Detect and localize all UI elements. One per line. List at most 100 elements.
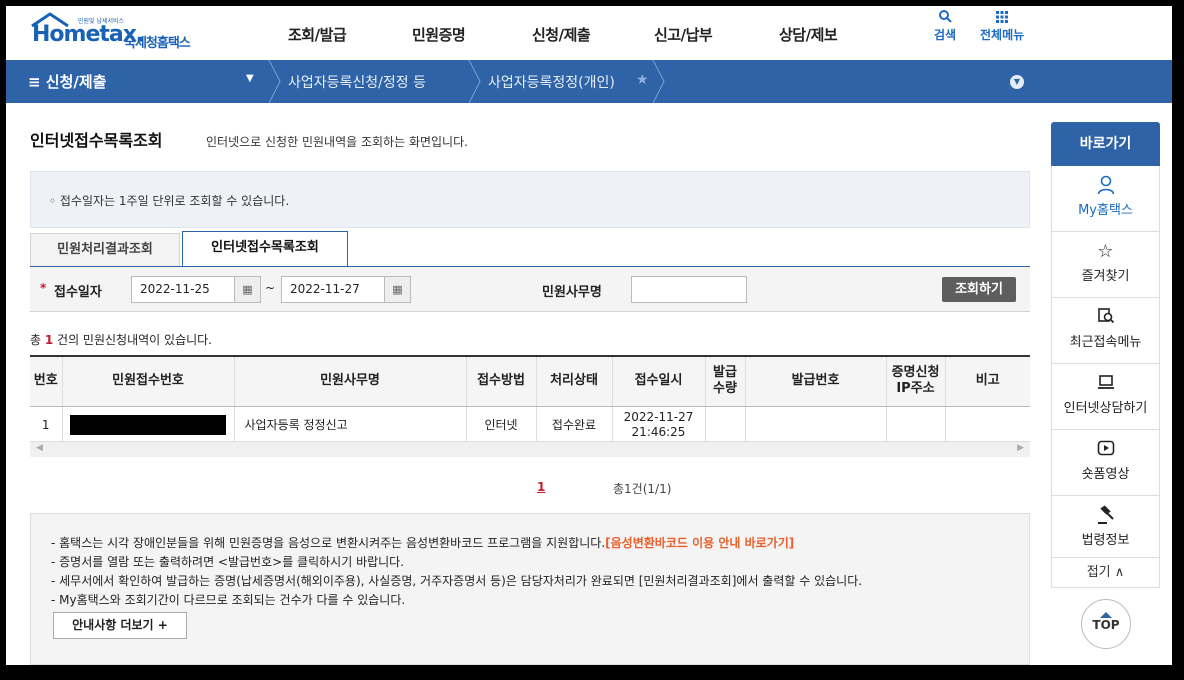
chevron-down-circle-icon[interactable]: ▼: [1010, 75, 1024, 89]
col-header-no: 번호: [30, 355, 62, 407]
col-header-issue-no: 발급번호: [744, 355, 886, 407]
table-row: 1 사업자등록 정정신고 인터넷 접수완료 2022-11-27 21:46:25: [30, 406, 1030, 445]
civil-name-label: 민원사무명: [542, 285, 602, 300]
recent-search-icon: [1052, 307, 1159, 329]
quick-menu: 바로가기 My홈택스 ☆ 즐겨찾기 최근접속메뉴 인터넷상담하기 숏폼영상 법령…: [1051, 122, 1160, 592]
main-content: 인터넷접수목록조회 인터넷으로 신청한 민원내역을 조회하는 화면입니다. ◦ …: [30, 103, 1030, 665]
col-header-qty: 발급 수량: [704, 355, 745, 407]
cell-civil-name: 사업자등록 정정신고: [233, 406, 466, 445]
col-header-receipt-no: 민원접수번호: [61, 355, 234, 407]
civil-name-input[interactable]: [631, 276, 747, 303]
breadcrumb-separator-icon: [268, 60, 281, 103]
breadcrumb-item[interactable]: 사업자등록신청/정정 등: [288, 72, 426, 92]
cell-date-day: 2022-11-27: [623, 410, 694, 424]
cell-receipt-no-redacted[interactable]: [61, 406, 234, 445]
search-button[interactable]: 검색: [934, 10, 956, 43]
gnb-report-pay[interactable]: 신고/납부: [654, 24, 713, 45]
count-number: 1: [44, 333, 54, 347]
scroll-left-icon[interactable]: ◀: [36, 443, 43, 453]
horizontal-scrollbar[interactable]: ◀ ▶: [30, 441, 1030, 457]
all-menu-label: 전체메뉴: [980, 28, 1025, 42]
col-header-method: 접수방법: [465, 355, 536, 407]
count-suffix: 건의 민원신청내역이 있습니다.: [53, 333, 212, 347]
cell-note: [944, 406, 1030, 445]
barcode-guide-link[interactable]: [음성변환바코드 이용 안내 바로가기]: [605, 536, 794, 550]
page-description: 인터넷으로 신청한 민원내역을 조회하는 화면입니다.: [206, 135, 468, 149]
all-menu-button[interactable]: 전체메뉴: [980, 10, 1024, 43]
quick-favorites[interactable]: ☆ 즐겨찾기: [1051, 232, 1160, 298]
page-title: 인터넷접수목록조회: [30, 131, 163, 150]
chevron-down-icon[interactable]: ▼: [246, 73, 254, 84]
pagination-current[interactable]: 1: [537, 480, 545, 494]
tab-receipt-list[interactable]: 인터넷접수목록조회: [182, 231, 348, 266]
redaction-bar: [70, 415, 226, 435]
star-outline-icon: ☆: [1097, 241, 1114, 262]
date-range-tilde: ~: [265, 281, 276, 295]
info-text: - 홈택스는 시각 장애인분들을 위해 민원증명을 음성으로 변환시켜주는 음성…: [51, 536, 606, 550]
more-info-button[interactable]: 안내사항 더보기 +: [53, 612, 187, 639]
info-line-2: - 증명서를 열람 또는 출력하려면 <발급번호>를 클릭하시기 바랍니다.: [51, 555, 405, 569]
search-submit-button[interactable]: 조회하기: [942, 277, 1016, 302]
quick-online-consult[interactable]: 인터넷상담하기: [1051, 364, 1160, 430]
cell-no: 1: [30, 406, 62, 445]
calendar-icon[interactable]: ▦: [385, 276, 411, 303]
monitor-icon: [1052, 373, 1159, 395]
required-mark: *: [40, 281, 47, 295]
quick-label: 숏폼영상: [1081, 467, 1130, 482]
quick-law-info[interactable]: 법령정보: [1051, 496, 1160, 558]
cell-date-time: 21:46:25: [631, 425, 686, 439]
calendar-icon[interactable]: ▦: [235, 276, 261, 303]
top-header: 민원및 납세서비스 Hometax. 국세청홈택스 조회/발급 민원증명 신청/…: [6, 6, 1172, 60]
browser-viewport: 민원및 납세서비스 Hometax. 국세청홈택스 조회/발급 민원증명 신청/…: [6, 6, 1172, 665]
fold-button[interactable]: 접기 ∧: [1051, 558, 1160, 588]
date-from-input[interactable]: 2022-11-25: [131, 276, 235, 303]
count-prefix: 총: [30, 333, 45, 347]
notice-text: ◦ 접수일자는 1주일 단위로 조회할 수 있습니다.: [49, 194, 290, 208]
gavel-icon: [1052, 505, 1159, 527]
cell-qty: [704, 406, 745, 445]
gnb-inquiry[interactable]: 조회/발급: [288, 24, 347, 45]
info-box: - 홈택스는 시각 장애인분들을 위해 민원증명을 음성으로 변환시켜주는 음성…: [30, 513, 1030, 665]
grid-icon: [980, 10, 1024, 26]
menu-dropdown-label[interactable]: ≡ 신청/제출: [28, 71, 106, 92]
cell-issue-no[interactable]: [744, 406, 886, 445]
date-to-input[interactable]: 2022-11-27: [281, 276, 385, 303]
tab-result-inquiry[interactable]: 민원처리결과조회: [30, 233, 180, 266]
quick-label: 즐겨찾기: [1081, 269, 1130, 284]
info-line-4: - My홈택스와 조회기간이 다르므로 조회되는 건수가 다를 수 있습니다.: [51, 593, 406, 607]
star-icon[interactable]: ★: [636, 72, 649, 88]
gnb-application[interactable]: 신청/제출: [532, 24, 591, 45]
col-header-ip: 증명신청 IP주소: [885, 355, 945, 407]
col-header-note: 비고: [944, 355, 1030, 407]
scroll-right-icon[interactable]: ▶: [1017, 443, 1024, 453]
play-icon: [1052, 439, 1159, 461]
col-header-date: 접수일시: [611, 355, 705, 407]
col-header-civil-name: 민원사무명: [233, 355, 466, 407]
breadcrumb-current[interactable]: 사업자등록정정(개인): [488, 72, 615, 92]
cell-status: 접수완료: [535, 406, 612, 445]
search-icon: [934, 10, 956, 26]
search-label: 검색: [934, 28, 957, 42]
quick-label: 인터넷상담하기: [1063, 401, 1148, 416]
quick-recent-menu[interactable]: 최근접속메뉴: [1051, 298, 1160, 364]
gnb-certificate[interactable]: 민원증명: [412, 24, 466, 45]
scroll-top-button[interactable]: TOP: [1081, 599, 1131, 649]
col-header-status: 처리상태: [535, 355, 612, 407]
breadcrumb-separator-icon: [652, 60, 665, 103]
table-header-row: 번호 민원접수번호 민원사무명 접수방법 처리상태 접수일시 발급 수량 발급번…: [30, 355, 1030, 407]
info-line-1: - 홈택스는 시각 장애인분들을 위해 민원증명을 음성으로 변환시켜주는 음성…: [51, 534, 794, 551]
quick-short-video[interactable]: 숏폼영상: [1051, 430, 1160, 496]
cell-date: 2022-11-27 21:46:25: [611, 406, 705, 445]
cell-ip: [885, 406, 945, 445]
quick-label: 최근접속메뉴: [1069, 335, 1142, 350]
gnb-consult[interactable]: 상담/제보: [779, 24, 838, 45]
breadcrumb-bar: ≡ 신청/제출 ▼ 사업자등록신청/정정 등 사업자등록정정(개인) ★ ▼: [6, 60, 1172, 103]
hometax-logo[interactable]: 민원및 납세서비스 Hometax. 국세청홈택스: [26, 10, 226, 56]
info-line-3: - 세무서에서 확인하여 발급하는 증명(납세증명서(해외이주용), 사실증명,…: [51, 574, 863, 588]
logo-subtitle: 국세청홈택스: [124, 36, 191, 51]
quick-menu-title: 바로가기: [1051, 122, 1160, 166]
quick-my-hometax[interactable]: My홈택스: [1051, 166, 1160, 232]
notice-box: ◦ 접수일자는 1주일 단위로 조회할 수 있습니다.: [30, 171, 1030, 228]
cell-method: 인터넷: [465, 406, 536, 445]
pagination-total: 총1건(1/1): [613, 482, 672, 496]
